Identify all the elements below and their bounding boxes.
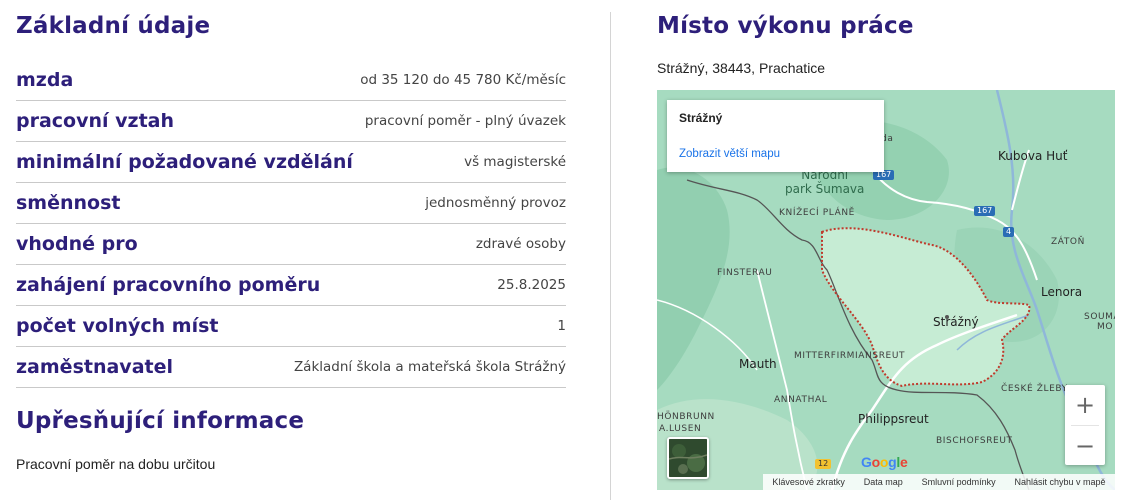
fact-row-start: zahájení pracovního poměru 25.8.2025 [16,265,566,306]
map-label-bischofsreut: BISCHOFSREUT [936,436,1013,446]
map-label-park: Národní park Šumava [785,168,865,196]
fact-value: Základní škola a mateřská škola Strážný [293,359,566,375]
google-logo: Google [861,454,908,470]
satellite-thumbnail-icon [669,439,707,477]
details-title: Upřesňující informace [16,408,305,434]
fact-value: pracovní poměr - plný úvazek [364,113,566,129]
place-title: Místo výkonu práce [657,13,914,39]
map-label-philippsreut: Philippsreut [858,412,929,426]
terms-link[interactable]: Smluvní podmínky [922,477,996,487]
map-label-kubova: Kubova Huť [998,149,1068,163]
fact-label: počet volných míst [16,315,219,337]
map-label-souma: SOUMA [1084,312,1115,322]
map-label-knizeci: KNÍŽECÍ PLÁNĚ [779,208,855,218]
basic-info-title: Základní údaje [16,13,211,39]
fact-value: 1 [557,318,566,334]
fact-row-education: minimální požadované vzdělání vš magiste… [16,142,566,183]
fact-label: zahájení pracovního poměru [16,274,321,296]
fact-row-salary: mzda od 35 120 do 45 780 Kč/měsíc [16,60,566,101]
map-label-strazny: Strážný [933,315,979,329]
place-address: Strážný, 38443, Prachatice [657,60,826,76]
fact-label: minimální požadované vzdělání [16,151,353,173]
fact-row-employer: zaměstnavatel Základní škola a mateřská … [16,347,566,388]
keyboard-shortcuts-link[interactable]: Klávesové zkratky [772,477,845,487]
map-label-finsterau: FINSTERAU [717,268,773,278]
fact-label: zaměstnavatel [16,356,173,378]
map-label-ceske: ČESKÉ ŽLEBY [1001,384,1068,394]
map-label-annathal: ANNATHAL [774,395,828,405]
zoom-out-button[interactable]: − [1065,426,1105,466]
road-shield-12: 12 [815,459,832,469]
facts-list: mzda od 35 120 do 45 780 Kč/měsíc pracov… [16,60,566,388]
fact-label: pracovní vztah [16,110,175,132]
column-divider [610,12,611,500]
fact-value: 25.8.2025 [497,277,566,293]
fact-row-employment: pracovní vztah pracovní poměr - plný úva… [16,101,566,142]
map-label-mitterfirmiansreut: MITTERFIRMIANSREUT [794,351,906,361]
fact-label: vhodné pro [16,233,138,255]
satellite-toggle-button[interactable] [667,437,709,479]
map-zoom-control: + − [1065,385,1105,465]
map-info-card: Strážný Zobrazit větší mapu [667,100,884,172]
map-attribution-bar: Klávesové zkratky Data map Smluvní podmí… [763,474,1115,490]
details-text: Pracovní poměr na dobu určitou [16,456,216,472]
map-embed[interactable]: Národní park Šumava KNÍŽECÍ PLÁNĚ ada FI… [657,90,1115,490]
report-error-link[interactable]: Nahlásit chybu v mapě [1014,477,1105,487]
fact-row-shifts: směnnost jednosměnný provoz [16,183,566,224]
view-larger-map-link[interactable]: Zobrazit větší mapu [679,148,780,160]
map-label-lenora: Lenora [1041,285,1083,299]
map-card-title: Strážný [679,111,723,125]
fact-label: směnnost [16,192,121,214]
map-label-mauth: Mauth [739,357,777,371]
map-label-mo: MO [1097,322,1114,332]
map-label-lusen: A.LUSEN [659,424,702,434]
fact-value: vš magisterské [464,154,566,170]
map-label-schonbrunn: HÖNBRUNN [657,412,715,422]
fact-value: od 35 120 do 45 780 Kč/měsíc [360,72,566,88]
map-data-link[interactable]: Data map [864,477,903,487]
fact-row-positions: počet volných míst 1 [16,306,566,347]
fact-value: zdravé osoby [475,236,566,252]
fact-label: mzda [16,69,74,91]
map-label-zaton: ZÁTOŇ [1051,237,1085,247]
fact-value: jednosměnný provoz [425,195,566,211]
zoom-in-button[interactable]: + [1065,385,1105,425]
road-shield-4: 4 [1003,227,1015,237]
fact-row-suitable: vhodné pro zdravé osoby [16,224,566,265]
road-shield-167b: 167 [974,206,996,216]
